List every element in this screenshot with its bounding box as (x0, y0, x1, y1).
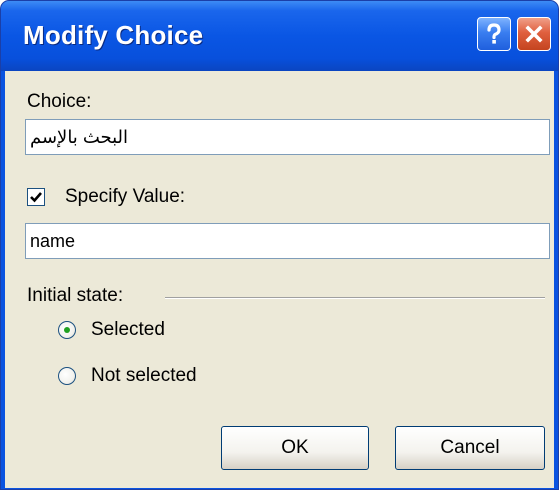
not-selected-radio[interactable] (58, 367, 76, 385)
question-mark-icon (487, 23, 501, 44)
cancel-button[interactable]: Cancel (395, 426, 545, 470)
radio-selected-dot (64, 327, 70, 333)
ok-button-label: OK (281, 437, 309, 458)
ok-button[interactable]: OK (221, 426, 369, 470)
title-bar[interactable]: Modify Choice (1, 1, 558, 71)
choice-input-value: البحث بالإسم (30, 126, 129, 147)
initial-state-label: Initial state: (27, 285, 124, 306)
value-input[interactable]: name (25, 223, 550, 259)
selected-radio[interactable] (58, 321, 76, 339)
window-title: Modify Choice (23, 20, 204, 50)
cancel-button-label: Cancel (440, 437, 500, 458)
close-button[interactable] (517, 17, 551, 51)
group-divider (165, 297, 545, 298)
selected-radio-label[interactable]: Selected (91, 319, 165, 341)
specify-value-checkbox[interactable] (27, 188, 45, 206)
value-input-text: name (30, 230, 76, 251)
choice-label: Choice: (27, 91, 92, 112)
specify-value-label[interactable]: Specify Value: (65, 186, 185, 208)
dialog-body: Choice: البحث بالإسم Specify Value: name… (5, 71, 554, 488)
not-selected-radio-label[interactable]: Not selected (91, 365, 197, 387)
help-button[interactable] (477, 17, 511, 51)
choice-input[interactable]: البحث بالإسم (25, 119, 550, 155)
checkmark-icon (30, 192, 42, 203)
modify-choice-dialog: Modify Choice Choice: البحث بالإسم Speci… (0, 0, 559, 490)
close-icon (525, 25, 543, 43)
